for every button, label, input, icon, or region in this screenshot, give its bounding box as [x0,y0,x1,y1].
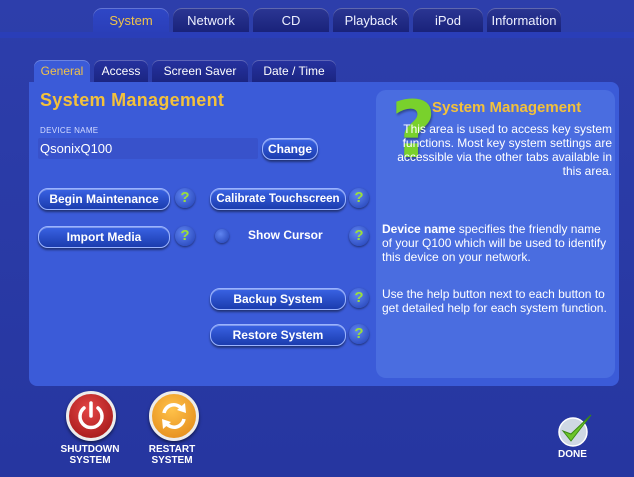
help-restore-button[interactable]: ? [349,324,369,344]
help-calibrate-button[interactable]: ? [349,188,369,208]
tab-playback[interactable]: Playback [333,8,409,34]
tab-cd[interactable]: CD [253,8,329,34]
import-media-button[interactable]: Import Media [38,226,170,248]
info-device-name-term: Device name [382,222,456,236]
show-cursor-label: Show Cursor [248,228,323,242]
shutdown-caption: SHUTDOWN SYSTEM [56,444,124,466]
restart-button[interactable] [149,391,199,441]
tab-information[interactable]: Information [487,8,561,34]
info-paragraph-device-name: Device name specifies the friendly name … [382,222,612,264]
info-paragraph-intro: This area is used to access key system f… [397,122,612,178]
shutdown-caption-line1: SHUTDOWN [60,444,120,455]
restart-icon [162,403,186,429]
done-checkmark-icon[interactable] [556,412,594,448]
shutdown-button[interactable] [66,391,116,441]
subtab-access[interactable]: Access [94,60,148,82]
backup-system-button[interactable]: Backup System [210,288,346,310]
tab-system[interactable]: System [93,8,169,34]
change-button[interactable]: Change [262,138,318,160]
shutdown-caption-line2: SYSTEM [69,455,111,466]
restart-caption: RESTART SYSTEM [138,444,206,466]
subtab-general[interactable]: General [34,60,90,82]
restart-caption-line2: SYSTEM [151,455,193,466]
tab-ipod[interactable]: iPod [413,8,483,34]
subtab-date-time[interactable]: Date / Time [252,60,336,82]
help-begin-maintenance-button[interactable]: ? [175,188,195,208]
restart-caption-line1: RESTART [148,444,196,455]
restore-system-button[interactable]: Restore System [210,324,346,346]
device-name-field[interactable]: QsonixQ100 [38,138,258,159]
power-icon [78,401,104,430]
info-title: System Management [432,99,582,116]
info-paragraph-help: Use the help button next to each button … [382,287,607,315]
begin-maintenance-button[interactable]: Begin Maintenance [38,188,170,210]
app-frame: System Network CD Playback iPod Informat… [0,0,634,477]
help-import-media-button[interactable]: ? [175,226,195,246]
help-backup-button[interactable]: ? [349,288,369,308]
done-label: DONE [558,449,587,460]
show-cursor-toggle[interactable] [215,229,229,243]
calibrate-touchscreen-button[interactable]: Calibrate Touchscreen [210,188,346,210]
help-show-cursor-button[interactable]: ? [349,226,369,246]
tab-bar-underline [0,32,634,38]
tab-network[interactable]: Network [173,8,249,34]
device-name-label: DEVICE NAME [40,126,99,135]
page-title: System Management [40,90,225,110]
subtab-screen-saver[interactable]: Screen Saver [152,60,248,82]
